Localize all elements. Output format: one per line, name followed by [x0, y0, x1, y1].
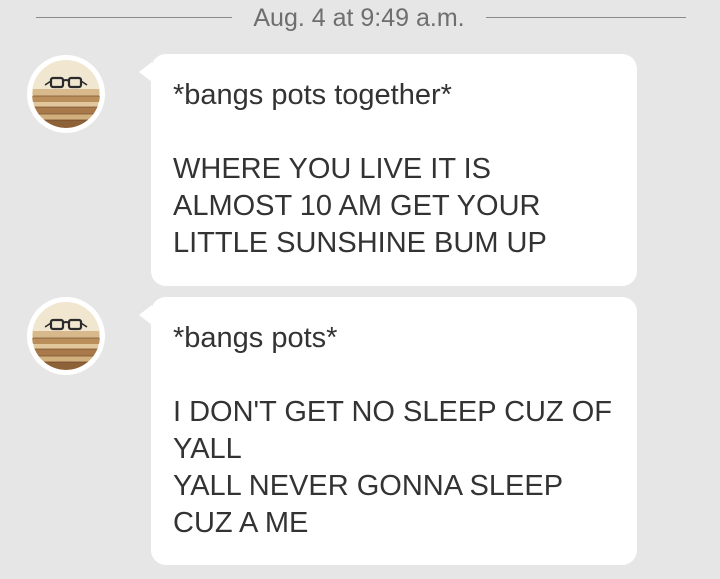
sender-avatar[interactable] — [27, 297, 105, 375]
divider-line-right — [486, 17, 686, 18]
message-bubble[interactable]: *bangs pots* I DON'T GET NO SLEEP CUZ OF… — [139, 297, 637, 565]
message-timestamp: Aug. 4 at 9:49 a.m. — [253, 4, 465, 32]
chat-thread: Aug. 4 at 9:49 a.m. *bangs pots together… — [0, 0, 720, 579]
message-bubble[interactable]: *bangs pots together* WHERE YOU LIVE IT … — [139, 54, 637, 286]
message-text: *bangs pots* I DON'T GET NO SLEEP CUZ OF… — [173, 322, 613, 539]
message-text: *bangs pots together* WHERE YOU LIVE IT … — [173, 79, 547, 259]
sender-avatar[interactable] — [27, 55, 105, 133]
divider-line-left — [36, 17, 232, 18]
timestamp-divider: Aug. 4 at 9:49 a.m. — [0, 0, 720, 40]
books-and-glasses-icon — [28, 298, 104, 374]
books-and-glasses-icon — [28, 56, 104, 132]
